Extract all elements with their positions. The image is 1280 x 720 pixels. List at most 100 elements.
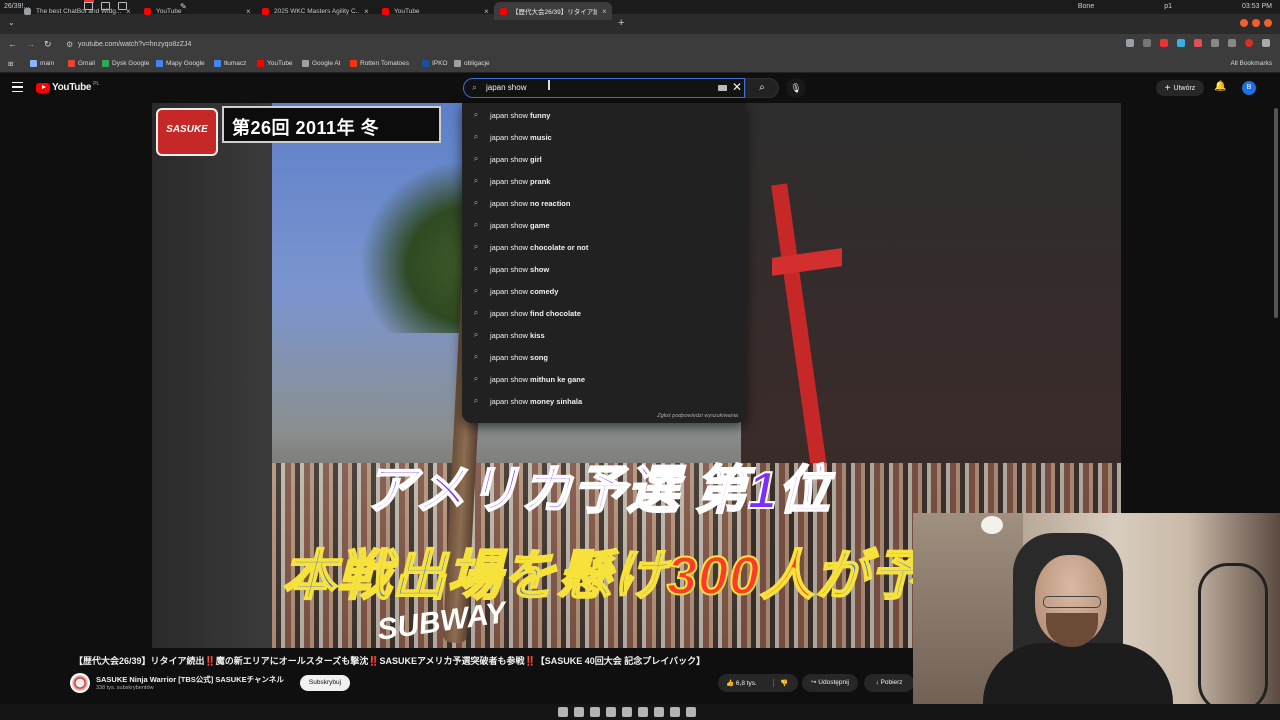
search-icon: ⌕	[473, 220, 479, 229]
suggestion-text: japan show mithun ke gane	[490, 375, 585, 384]
like-button[interactable]: 👍 6,8 tys.	[718, 679, 774, 687]
search-suggestion-item[interactable]: ⌕ japan show mithun ke gane	[462, 368, 746, 390]
tab-label: 2025 WKC Masters Agility C...	[274, 7, 359, 15]
app-icon-8[interactable]	[670, 707, 680, 717]
search-suggestion-item[interactable]: ⌕ japan show no reaction	[462, 192, 746, 214]
channel-avatar[interactable]	[70, 673, 90, 693]
page-scrollbar[interactable]	[1274, 108, 1278, 318]
suggestion-prefix: japan show	[490, 132, 528, 142]
tab-close-icon[interactable]: ×	[246, 7, 256, 16]
url-bar[interactable]: ⚙ youtube.com/watch?v=hnzyqo8zZJ4	[64, 37, 1074, 53]
dislike-icon[interactable]: 👎	[774, 679, 788, 687]
tab-3[interactable]: 2025 WKC Masters Agility C... ×	[256, 2, 374, 20]
menu-dots-icon[interactable]	[1262, 39, 1270, 47]
microphone-icon[interactable]: 🎙	[786, 78, 806, 98]
extension-icon-1[interactable]	[1160, 39, 1168, 47]
search-suggestion-item[interactable]: ⌕ japan show comedy	[462, 280, 746, 302]
bookmark-item[interactable]: IPKO	[422, 60, 448, 67]
notifications-bell-icon[interactable]: 🔔	[1214, 81, 1226, 92]
create-button[interactable]: + Utwórz	[1156, 80, 1204, 96]
cast-icon[interactable]	[1126, 39, 1134, 47]
search-input[interactable]	[486, 83, 686, 92]
apps-grid-icon[interactable]: ⊞	[8, 60, 13, 68]
window-controls	[1240, 19, 1272, 27]
tab-close-icon[interactable]: ×	[602, 7, 612, 16]
channel-name[interactable]: SASUKE Ninja Warrior [TBS公式] SASUKEチャンネル	[96, 674, 284, 685]
download-label: Pobierz	[880, 679, 903, 686]
suggestion-prefix: japan show	[490, 220, 528, 230]
close-window-button[interactable]	[1264, 19, 1272, 27]
share-button[interactable]: ↪ Udostępnij	[802, 674, 858, 692]
search-suggestion-item[interactable]: ⌕ japan show kiss	[462, 324, 746, 346]
search-suggestion-item[interactable]: ⌕ japan show chocolate or not	[462, 236, 746, 258]
os-clock[interactable]: 03:53 PM	[1242, 3, 1272, 10]
bookmark-item[interactable]: main	[30, 60, 54, 67]
bookmark-item[interactable]: YouTube	[257, 60, 293, 67]
site-info-icon[interactable]: ⚙	[66, 37, 73, 53]
bookmark-item[interactable]: tłumacz	[214, 60, 246, 67]
tab-close-icon[interactable]: ×	[126, 7, 136, 16]
extension-icon-2[interactable]	[1177, 39, 1185, 47]
terminal-icon[interactable]	[574, 707, 584, 717]
bookmark-star-icon[interactable]	[1143, 39, 1151, 47]
search-suggestion-item[interactable]: ⌕ japan show funny	[462, 104, 746, 126]
caption-2-part-b: 300人	[666, 545, 816, 607]
all-bookmarks[interactable]: All Bookmarks	[1226, 60, 1272, 67]
extensions-puzzle-icon[interactable]	[1211, 39, 1219, 47]
youtube-logo[interactable]: YouTube PL	[36, 81, 99, 93]
search-suggestion-item[interactable]: ⌕ japan show song	[462, 346, 746, 368]
bookmark-item[interactable]: Google AI	[302, 60, 341, 67]
chrome-icon[interactable]	[606, 707, 616, 717]
search-suggestion-item[interactable]: ⌕ japan show show	[462, 258, 746, 280]
url-text: youtube.com/watch?v=hnzyqo8zZJ4	[78, 41, 192, 48]
tab-1[interactable]: The best ChatBot and Widg... ×	[18, 2, 136, 20]
keyboard-icon[interactable]	[718, 85, 727, 91]
tab-2[interactable]: YouTube ×	[138, 2, 256, 20]
back-arrow-icon[interactable]: ←	[8, 39, 17, 49]
app-icon-9[interactable]	[686, 707, 696, 717]
suggestion-text: japan show money sinhala	[490, 397, 582, 406]
search-suggestion-item[interactable]: ⌕ japan show money sinhala	[462, 390, 746, 412]
tab-favicon-icon	[500, 7, 507, 15]
os-status-profile[interactable]: p1	[1164, 3, 1172, 10]
tab-5[interactable]: 【歴代大会26/39】リタイア続出... ×	[494, 2, 612, 20]
reload-icon[interactable]: ↻	[44, 39, 52, 50]
spotify-icon[interactable]	[590, 707, 600, 717]
search-box[interactable]: ⌕ ✕	[463, 78, 745, 98]
new-tab-button[interactable]: +	[618, 17, 624, 29]
menu-hamburger-icon[interactable]	[12, 82, 23, 95]
search-suggestion-item[interactable]: ⌕ japan show prank	[462, 170, 746, 192]
sidebar-icon[interactable]	[1228, 39, 1236, 47]
account-avatar[interactable]: B	[1242, 81, 1256, 95]
bookmark-item[interactable]: Mapy Google	[156, 60, 205, 67]
search-suggestion-item[interactable]: ⌕ japan show girl	[462, 148, 746, 170]
bookmark-item[interactable]: Dysk Google	[102, 60, 149, 67]
search-suggestion-item[interactable]: ⌕ japan show find chocolate	[462, 302, 746, 324]
discord-icon[interactable]	[638, 707, 648, 717]
bookmark-item[interactable]: Rotten Tomatoes	[350, 60, 409, 67]
tab-close-icon[interactable]: ×	[364, 7, 374, 16]
minimize-button[interactable]	[1240, 19, 1248, 27]
bookmark-label: main	[40, 60, 55, 67]
extension-icon-3[interactable]	[1194, 39, 1202, 47]
clear-search-icon[interactable]: ✕	[732, 80, 742, 94]
search-suggestion-item[interactable]: ⌕ japan show game	[462, 214, 746, 236]
files-icon[interactable]	[558, 707, 568, 717]
tab-4[interactable]: YouTube ×	[376, 2, 494, 20]
maximize-button[interactable]	[1252, 19, 1260, 27]
bookmark-item[interactable]: obligacje	[454, 60, 490, 67]
app-icon-7[interactable]	[654, 707, 664, 717]
profile-icon[interactable]	[1245, 39, 1253, 47]
youtube-play-icon	[36, 82, 50, 93]
steam-icon[interactable]	[622, 707, 632, 717]
tab-close-icon[interactable]: ×	[484, 7, 494, 16]
bookmark-item[interactable]: Gmail	[68, 60, 95, 67]
subscribe-button[interactable]: Subskrybuj	[300, 675, 350, 691]
download-button[interactable]: ↓ Pobierz	[864, 674, 914, 692]
os-status-user[interactable]: Bone	[1078, 3, 1094, 10]
tab-search-chevron-icon[interactable]: ⌄	[8, 18, 15, 27]
forward-arrow-icon[interactable]: →	[26, 39, 35, 49]
search-suggestion-item[interactable]: ⌕ japan show music	[462, 126, 746, 148]
search-button[interactable]: ⌕	[745, 78, 779, 98]
report-suggestions-link[interactable]: Zgłoś podpowiedzi wyszukiwania	[657, 413, 738, 419]
